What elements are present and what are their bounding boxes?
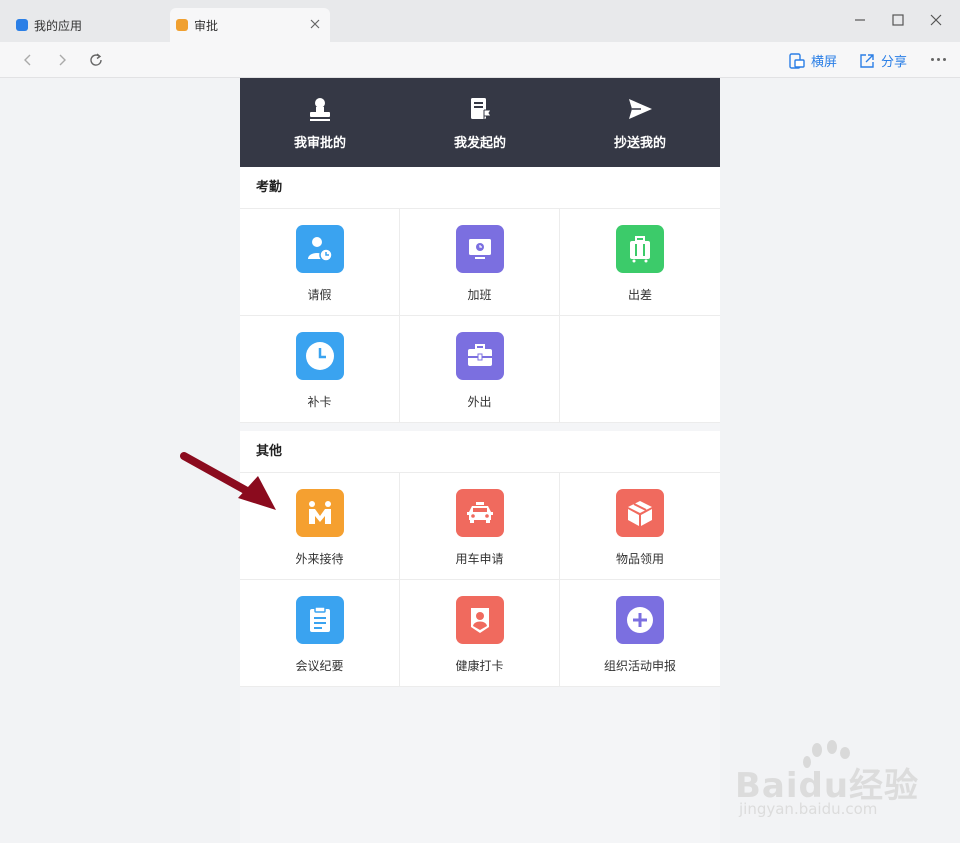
clipboard-icon: [295, 596, 344, 644]
nav-i-initiated[interactable]: 我发起的: [400, 78, 560, 167]
app-tile-health-check-in[interactable]: 健康打卡: [400, 580, 560, 687]
approval-favicon-icon: [176, 19, 188, 31]
section-other: 其他 外来接待 用车申请 物品领用 会议纪要 健康打卡 组织活动申报: [240, 431, 720, 687]
car-icon: [455, 489, 504, 537]
health-badge-icon: [455, 596, 504, 644]
tile-label: 用车申请: [455, 552, 504, 566]
nav-i-approve[interactable]: 我审批的: [240, 78, 400, 167]
app-tile-activity-declaration[interactable]: 组织活动申报: [560, 580, 720, 687]
app-tile-meeting-minutes[interactable]: 会议纪要: [240, 580, 400, 687]
app-tile-clock-correction[interactable]: 补卡: [240, 316, 400, 423]
baidu-jingyan-watermark: Baidu经验 jingyan.baidu.com: [735, 740, 918, 825]
tile-label: 健康打卡: [455, 659, 504, 673]
document-flag-icon: [471, 98, 492, 121]
nav-label: 我审批的: [293, 136, 346, 151]
clock-icon: [295, 332, 344, 380]
watermark-url: jingyan.baidu.com: [739, 800, 878, 818]
tile-label: 请假: [307, 288, 332, 302]
my-apps-favicon-icon: [16, 19, 28, 31]
tile-label: 会议纪要: [295, 659, 344, 673]
maximize-icon[interactable]: [890, 12, 906, 28]
nav-label: 我发起的: [453, 136, 506, 151]
plus-circle-icon: [616, 596, 664, 644]
app-tile-go-out[interactable]: 外出: [400, 316, 560, 423]
annotation-arrow-icon: [180, 452, 276, 510]
tile-label: 出差: [627, 288, 652, 302]
stamp-icon: [310, 98, 330, 121]
overtime-icon: [455, 225, 504, 273]
section-attendance: 考勤 请假 加班 出差 补卡 外出: [240, 167, 720, 423]
suitcase-icon: [616, 225, 664, 273]
nav-label: 抄送我的: [613, 136, 666, 151]
share-label: 分享: [881, 55, 908, 70]
tile-label: 加班: [467, 288, 492, 302]
tile-label: 物品领用: [615, 552, 664, 566]
app-tile-item-requisition[interactable]: 物品领用: [560, 473, 720, 580]
tab-approval[interactable]: 审批: [170, 8, 330, 42]
reload-icon[interactable]: [88, 52, 104, 68]
minimize-icon[interactable]: [852, 12, 868, 28]
browser-nav-bar: 横屏 分享: [0, 42, 960, 78]
section-divider: [240, 423, 720, 431]
nav-cc-me[interactable]: 抄送我的: [560, 78, 720, 167]
leave-icon: [295, 225, 344, 273]
browser-tab-bar: 我的应用 审批: [0, 0, 960, 42]
approval-top-nav: 我审批的 我发起的 抄送我的: [240, 78, 720, 167]
tab-my-apps[interactable]: 我的应用: [8, 8, 168, 42]
tab-label: 审批: [194, 18, 219, 33]
share-button[interactable]: 分享: [858, 51, 907, 70]
briefcase-icon: [455, 332, 504, 380]
tab-label: 我的应用: [34, 18, 83, 33]
send-icon: [629, 99, 652, 119]
reception-icon: [295, 489, 344, 537]
tile-label: 外来接待: [295, 552, 344, 566]
app-tile-vehicle-request[interactable]: 用车申请: [400, 473, 560, 580]
landscape-icon: [789, 52, 805, 69]
close-tab-icon[interactable]: [308, 17, 322, 31]
approval-page: 我审批的 我发起的 抄送我的 考勤 请假 加班 出差 补卡 外出 其他 外来接待…: [240, 78, 720, 843]
section-title: 考勤: [240, 167, 720, 209]
app-tile-overtime[interactable]: 加班: [400, 209, 560, 316]
box-icon: [616, 489, 664, 537]
landscape-label: 横屏: [811, 55, 838, 70]
tile-label: 补卡: [307, 395, 332, 409]
section-title: 其他: [240, 431, 720, 473]
tile-label: 组织活动申报: [603, 659, 676, 673]
landscape-button[interactable]: 横屏: [788, 51, 837, 70]
more-menu-icon[interactable]: [931, 58, 946, 61]
app-tile-business-trip[interactable]: 出差: [560, 209, 720, 316]
forward-icon[interactable]: [54, 52, 70, 68]
app-tile-leave[interactable]: 请假: [240, 209, 400, 316]
tile-label: 外出: [467, 395, 492, 409]
share-icon: [860, 53, 874, 68]
empty-tile: [560, 316, 720, 423]
close-window-icon[interactable]: [928, 12, 944, 28]
back-icon[interactable]: [20, 52, 36, 68]
